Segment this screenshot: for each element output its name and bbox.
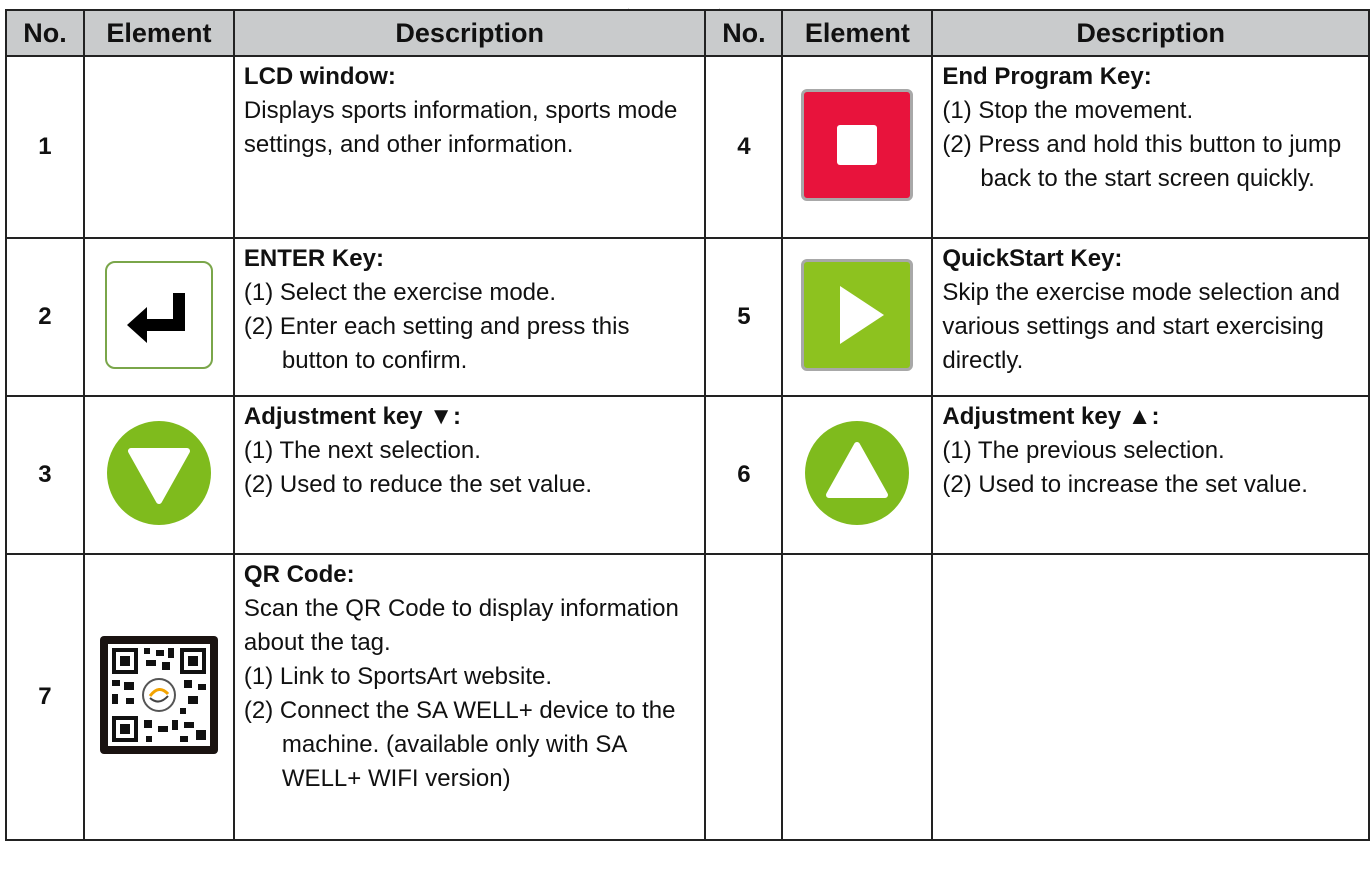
description-cell: End Program Key: (1) Stop the movement. … — [931, 55, 1370, 239]
description-line: Displays sports information, sports mode… — [243, 97, 678, 158]
description-line: (2) Connect the SA WELL+ device to the m… — [243, 697, 676, 792]
description-cell: QR Code: Scan the QR Code to display inf… — [232, 553, 707, 841]
description-line: (1) Stop the movement. — [942, 97, 1194, 124]
description-cell-empty — [931, 553, 1370, 841]
key-description-table: No. Element Description No. Element Desc… — [5, 9, 1370, 841]
element-cell — [781, 395, 934, 555]
header-description: Description — [232, 9, 707, 57]
description-title: LCD window: — [243, 63, 396, 90]
element-cell-empty — [781, 553, 934, 841]
stop-icon — [801, 88, 914, 201]
header-no: No. — [5, 9, 85, 57]
element-cell — [82, 395, 235, 555]
element-cell — [781, 55, 934, 239]
description-cell: Adjustment key ▼: (1) The next selection… — [232, 395, 707, 555]
table-row: 1 LCD window: Displays sports informatio… — [5, 55, 1370, 239]
down-triangle-icon — [106, 420, 211, 525]
up-triangle-icon — [805, 420, 910, 525]
header-description: Description — [931, 9, 1370, 57]
row-number: 2 — [5, 237, 85, 397]
description-line: (1) Select the exercise mode. — [243, 279, 557, 306]
description-line: (2) Press and hold this button to jump b… — [942, 131, 1342, 192]
table-header-row: No. Element Description No. Element Desc… — [5, 9, 1370, 57]
header-element: Element — [781, 9, 934, 57]
table-row: 3 Adjustment key ▼: (1) The next selecti… — [5, 395, 1370, 555]
description-line: (1) Link to SportsArt website. — [243, 663, 553, 690]
description-line: (1) The next selection. — [243, 437, 481, 464]
description-line: Skip the exercise mode selection and var… — [942, 279, 1340, 374]
element-cell — [781, 237, 934, 397]
element-cell — [82, 553, 235, 841]
row-number: 6 — [704, 395, 784, 555]
element-cell-empty — [82, 55, 235, 239]
table-row: 7 QR Code: Scan the QR Code to display i… — [5, 553, 1370, 841]
header-element: Element — [82, 9, 235, 57]
table-row: 2 ENTER Key: (1) Select the exercise mod… — [5, 237, 1370, 397]
row-number-empty — [704, 553, 784, 841]
description-line: (2) Enter each setting and press this bu… — [243, 313, 630, 374]
row-number: 7 — [5, 553, 85, 841]
description-line: Scan the QR Code to display information … — [243, 595, 679, 656]
row-number: 1 — [5, 55, 85, 239]
description-title: End Program Key: — [942, 63, 1152, 90]
description-line: (2) Used to reduce the set value. — [243, 471, 593, 498]
element-cell — [82, 237, 235, 397]
description-cell: QuickStart Key: Skip the exercise mode s… — [931, 237, 1370, 397]
enter-arrow-icon — [104, 260, 213, 369]
description-title: Adjustment key ▲: — [942, 403, 1160, 430]
description-line: (1) The previous selection. — [942, 437, 1225, 464]
description-cell: ENTER Key: (1) Select the exercise mode.… — [232, 237, 707, 397]
row-number: 5 — [704, 237, 784, 397]
header-no: No. — [704, 9, 784, 57]
description-line: (2) Used to increase the set value. — [942, 471, 1308, 498]
description-title: ENTER Key: — [243, 245, 384, 272]
play-icon — [801, 258, 914, 371]
description-cell: LCD window: Displays sports information,… — [232, 55, 707, 239]
description-title: QR Code: — [243, 561, 355, 588]
row-number: 4 — [704, 55, 784, 239]
description-title: Adjustment key ▼: — [243, 403, 462, 430]
description-cell: Adjustment key ▲: (1) The previous selec… — [931, 395, 1370, 555]
qr-code-icon — [99, 635, 218, 754]
row-number: 3 — [5, 395, 85, 555]
description-title: QuickStart Key: — [942, 245, 1123, 272]
